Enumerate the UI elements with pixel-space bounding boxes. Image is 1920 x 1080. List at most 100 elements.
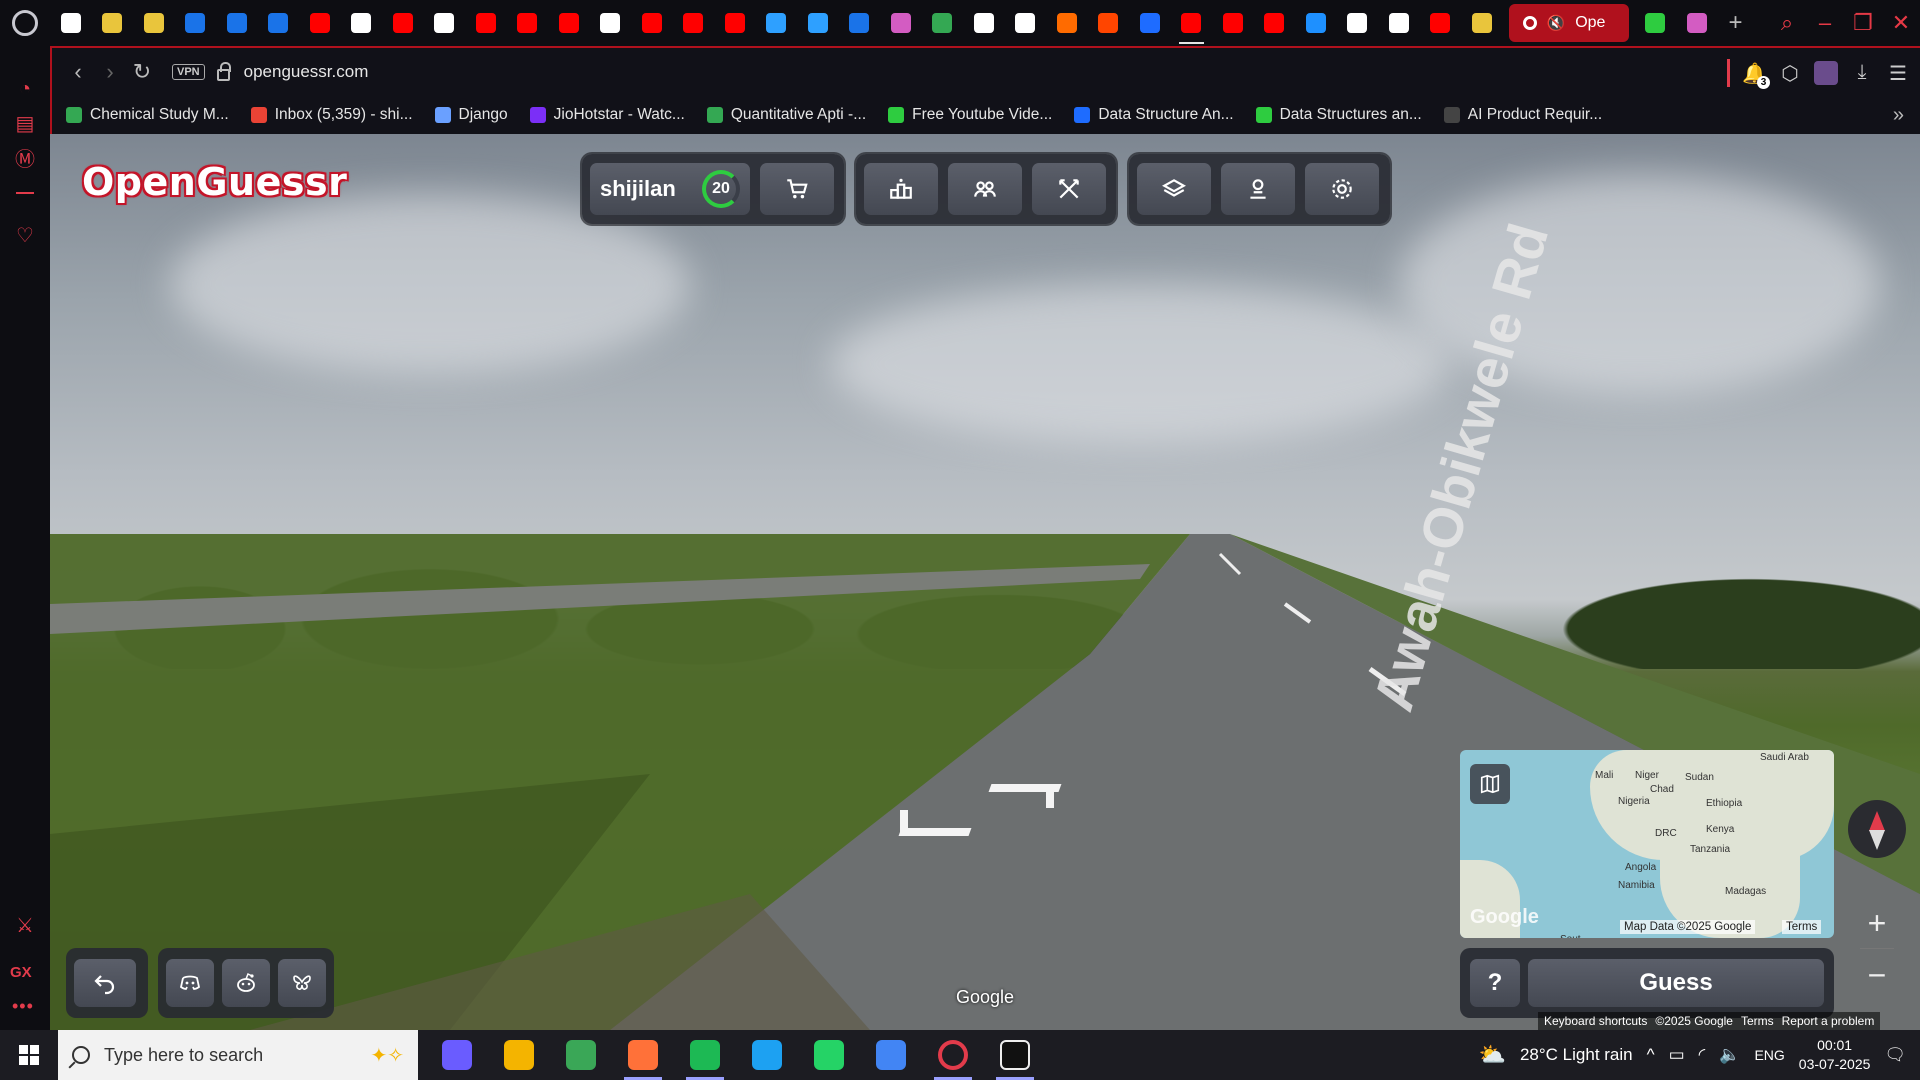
back-button[interactable]: ‹ bbox=[62, 59, 94, 85]
map-terms-link[interactable]: Terms bbox=[1782, 920, 1822, 934]
taskbar-app[interactable] bbox=[550, 1030, 612, 1080]
bookmark-item[interactable]: Chemical Study M... bbox=[66, 106, 229, 124]
start-button[interactable] bbox=[0, 1030, 58, 1080]
new-tab-button[interactable]: + bbox=[1718, 9, 1754, 37]
close-button[interactable]: ✕ bbox=[1882, 10, 1920, 36]
taskbar-app[interactable] bbox=[798, 1030, 860, 1080]
url-field[interactable]: openguessr.com bbox=[244, 62, 369, 82]
browser-tab[interactable] bbox=[92, 0, 134, 46]
bookmark-item[interactable]: Free Youtube Vide... bbox=[888, 106, 1052, 124]
browser-tab[interactable] bbox=[1212, 0, 1254, 46]
battle-button[interactable] bbox=[1032, 163, 1106, 215]
browser-tab[interactable] bbox=[216, 0, 258, 46]
gx-label[interactable]: GX bbox=[10, 964, 32, 981]
browser-tab[interactable] bbox=[424, 0, 466, 46]
move-back-arrow[interactable] bbox=[898, 828, 972, 836]
reddit-button[interactable] bbox=[222, 959, 270, 1007]
browser-tab[interactable] bbox=[1676, 0, 1718, 46]
network-icon[interactable]: ◜ bbox=[1699, 1045, 1706, 1065]
help-button[interactable]: ? bbox=[1470, 959, 1520, 1007]
browser-tab[interactable] bbox=[548, 0, 590, 46]
bookmark-item[interactable]: Data Structures an... bbox=[1255, 106, 1422, 124]
shop-button[interactable] bbox=[760, 163, 834, 215]
bookmark-item[interactable]: Quantitative Apti -... bbox=[706, 106, 866, 124]
language-indicator[interactable]: ENG bbox=[1754, 1047, 1784, 1063]
guess-button[interactable]: Guess bbox=[1528, 959, 1824, 1007]
browser-tab[interactable] bbox=[590, 0, 632, 46]
footer-link[interactable]: Report a problem bbox=[1782, 1014, 1875, 1028]
zoom-in-button[interactable]: + bbox=[1854, 900, 1900, 946]
browser-tab[interactable] bbox=[1461, 0, 1503, 46]
browser-tab[interactable] bbox=[465, 0, 507, 46]
browser-tab[interactable] bbox=[880, 0, 922, 46]
bluesky-button[interactable] bbox=[278, 959, 326, 1007]
browser-tab[interactable] bbox=[963, 0, 1005, 46]
bookmark-item[interactable]: Inbox (5,359) - shi... bbox=[250, 106, 413, 124]
taskbar-app[interactable] bbox=[612, 1030, 674, 1080]
browser-tab[interactable] bbox=[341, 0, 383, 46]
taskbar-app[interactable] bbox=[736, 1030, 798, 1080]
map-type-toggle[interactable] bbox=[1470, 764, 1510, 804]
openguessr-logo[interactable]: OpenGuessr bbox=[82, 160, 347, 204]
bookmark-item[interactable]: JioHotstar - Watc... bbox=[529, 106, 685, 124]
search-tabs-icon[interactable]: ⌕ bbox=[1768, 10, 1806, 36]
browser-tab[interactable] bbox=[382, 0, 424, 46]
opera-menu-button[interactable] bbox=[0, 0, 50, 46]
browser-tab[interactable] bbox=[1254, 0, 1296, 46]
mute-icon[interactable]: 🔇 bbox=[1547, 14, 1566, 32]
browser-tab[interactable] bbox=[714, 0, 756, 46]
browser-tab[interactable] bbox=[1171, 0, 1213, 46]
weather-icon[interactable]: ⛅ bbox=[1479, 1042, 1506, 1068]
browser-tab[interactable] bbox=[1005, 0, 1047, 46]
return-to-start-button[interactable] bbox=[74, 959, 136, 1007]
reload-button[interactable]: ↻ bbox=[126, 59, 158, 85]
active-tab[interactable]: 🔇 Ope bbox=[1508, 4, 1629, 42]
tray-overflow-icon[interactable]: ^ bbox=[1647, 1045, 1655, 1065]
browser-tab[interactable] bbox=[299, 0, 341, 46]
compass[interactable] bbox=[1848, 800, 1906, 858]
browser-tab[interactable] bbox=[1635, 0, 1677, 46]
footer-link[interactable]: ©2025 Google bbox=[1655, 1014, 1733, 1028]
taskbar-app[interactable] bbox=[426, 1030, 488, 1080]
browser-tab[interactable] bbox=[50, 0, 92, 46]
lock-icon[interactable] bbox=[216, 62, 231, 81]
gx-corner-icon[interactable]: Ⓜ bbox=[12, 144, 38, 171]
browser-tab[interactable] bbox=[839, 0, 881, 46]
gx-control-icon[interactable]: ⚔ bbox=[12, 912, 38, 938]
easy-setup-icon[interactable]: ☰ bbox=[1886, 61, 1910, 85]
browser-tab[interactable] bbox=[797, 0, 839, 46]
account-button[interactable] bbox=[1221, 163, 1295, 215]
user-profile-button[interactable]: shijilan 20 bbox=[590, 163, 750, 215]
taskbar-search[interactable]: Type here to search ✦✧ bbox=[58, 1030, 418, 1080]
twitch-icon[interactable]: ▤ bbox=[12, 110, 38, 136]
restore-button[interactable]: ❐ bbox=[1844, 10, 1882, 36]
zoom-out-button[interactable]: − bbox=[1854, 952, 1900, 998]
move-back-arrow-tip[interactable] bbox=[900, 810, 908, 834]
bookmarks-overflow-icon[interactable]: » bbox=[1893, 104, 1904, 127]
browser-tab[interactable] bbox=[133, 0, 175, 46]
taskbar-app[interactable] bbox=[860, 1030, 922, 1080]
extensions-icon[interactable]: ⬡ bbox=[1778, 61, 1802, 85]
notification-center-icon[interactable]: 🗨 bbox=[1884, 1045, 1906, 1065]
battery-icon[interactable]: ▭ bbox=[1669, 1045, 1685, 1065]
clock[interactable]: 00:01 03-07-2025 bbox=[1799, 1036, 1871, 1074]
bookmark-item[interactable]: Django bbox=[434, 106, 508, 124]
browser-tab[interactable] bbox=[673, 0, 715, 46]
volume-icon[interactable]: 🔈 bbox=[1719, 1045, 1740, 1065]
browser-tab[interactable] bbox=[1295, 0, 1337, 46]
downloads-icon[interactable]: ⤓ bbox=[1850, 61, 1874, 85]
footer-link[interactable]: Terms bbox=[1741, 1014, 1774, 1028]
browser-tab[interactable] bbox=[1046, 0, 1088, 46]
footer-link[interactable]: Keyboard shortcuts bbox=[1544, 1014, 1647, 1028]
browser-tab[interactable] bbox=[1129, 0, 1171, 46]
notifications-icon[interactable]: 🔔 3 bbox=[1742, 61, 1770, 89]
browser-tab[interactable] bbox=[1337, 0, 1379, 46]
browser-tab[interactable] bbox=[1420, 0, 1462, 46]
favorites-heart-icon[interactable]: ♡ bbox=[12, 222, 38, 248]
browser-tab[interactable] bbox=[1088, 0, 1130, 46]
leaderboard-button[interactable] bbox=[864, 163, 938, 215]
browser-tab[interactable] bbox=[258, 0, 300, 46]
settings-button[interactable] bbox=[1305, 163, 1379, 215]
browser-tab[interactable] bbox=[631, 0, 673, 46]
minimize-button[interactable]: – bbox=[1806, 10, 1844, 36]
